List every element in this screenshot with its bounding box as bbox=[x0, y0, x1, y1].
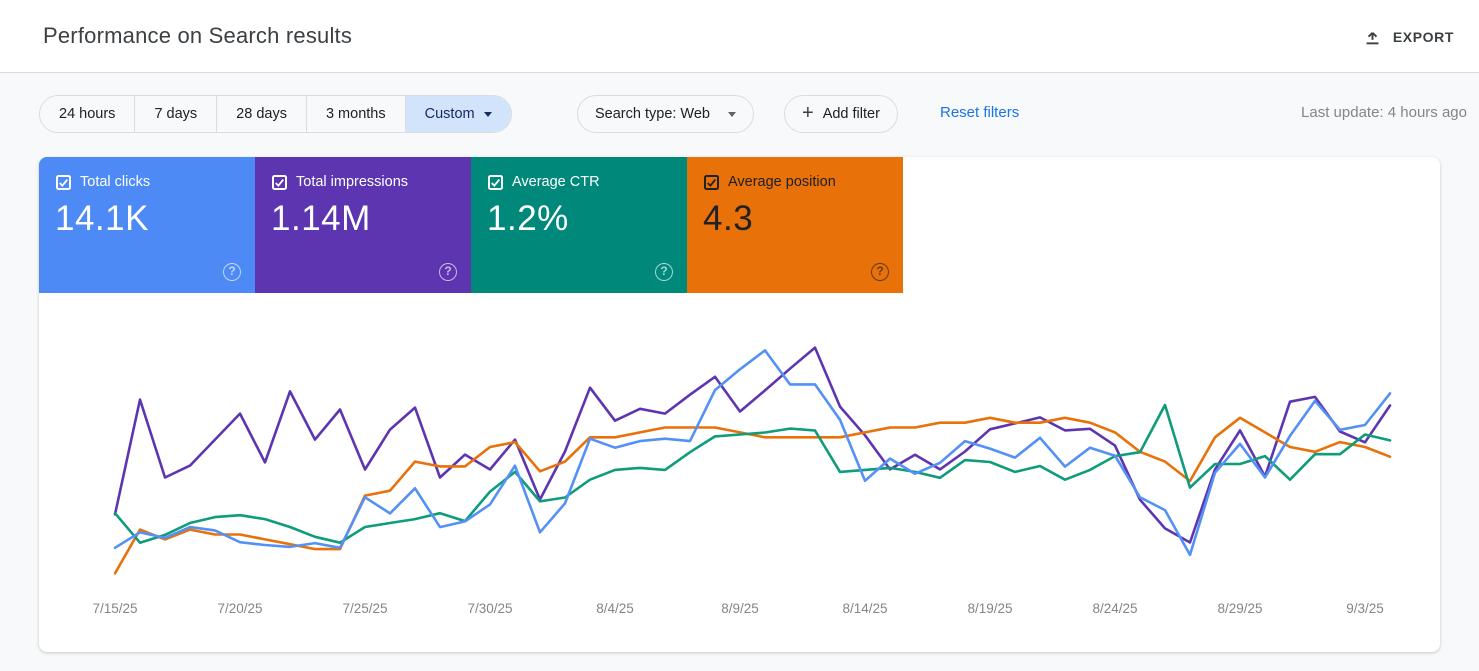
metric-label: Average CTR bbox=[512, 174, 600, 190]
checkbox-checked-icon[interactable] bbox=[704, 174, 719, 190]
metric-label: Average position bbox=[728, 174, 836, 190]
date-range-label: Custom bbox=[424, 106, 475, 122]
x-axis-tick-label: 8/9/25 bbox=[721, 601, 759, 616]
metric-card-position[interactable]: Average position 4.3? bbox=[687, 157, 903, 293]
x-axis-tick-label: 8/14/25 bbox=[842, 601, 887, 616]
help-icon[interactable]: ? bbox=[223, 263, 241, 281]
metric-label: Total impressions bbox=[296, 174, 409, 190]
metric-card-ctr[interactable]: Average CTR 1.2%? bbox=[471, 157, 687, 293]
chevron-down-icon bbox=[728, 111, 736, 117]
metric-cards-row: Total clicks 14.1K? Total impressions 1.14M… bbox=[39, 157, 1440, 293]
checkbox-checked-icon[interactable] bbox=[488, 174, 503, 190]
date-range-label: 7 days bbox=[154, 106, 198, 122]
last-update-text: Last update: 4 hours ago bbox=[1301, 104, 1467, 121]
date-range-label: 28 days bbox=[236, 106, 287, 122]
metric-label: Total clicks bbox=[80, 174, 151, 190]
x-axis-tick-label: 8/19/25 bbox=[967, 601, 1012, 616]
metric-card-clicks[interactable]: Total clicks 14.1K? bbox=[39, 157, 255, 293]
date-range-group: 24 hours 7 days 28 days 3 months Custom bbox=[39, 95, 512, 133]
date-range-label: 24 hours bbox=[59, 106, 116, 122]
x-axis-tick-label: 7/15/25 bbox=[92, 601, 137, 616]
add-filter-label: Add filter bbox=[822, 106, 880, 122]
help-icon[interactable]: ? bbox=[871, 263, 889, 281]
metric-value: 1.2% bbox=[487, 199, 569, 238]
performance-panel: 7/15/25 7/20/25 7/25/25 7/30/25 8/4/25 8/9/25… bbox=[39, 157, 1440, 652]
metric-card-impressions[interactable]: Total impressions 1.14M? bbox=[255, 157, 471, 293]
date-range-custom[interactable]: Custom bbox=[404, 96, 511, 132]
date-range-7-days[interactable]: 7 days bbox=[134, 96, 216, 132]
x-axis-tick-label: 7/25/25 bbox=[342, 601, 387, 616]
plus-icon: + bbox=[802, 102, 814, 124]
x-axis-tick-label: 7/30/25 bbox=[467, 601, 512, 616]
page-title: Performance on Search results bbox=[43, 23, 353, 48]
date-range-28-days[interactable]: 28 days bbox=[216, 96, 306, 132]
line-series-position[interactable] bbox=[113, 416, 1392, 575]
performance-page: Performance on Search results EXPORT 24 … bbox=[0, 0, 1479, 671]
x-axis-tick-label: 8/24/25 bbox=[1092, 601, 1137, 616]
help-icon[interactable]: ? bbox=[439, 263, 457, 281]
export-button[interactable]: EXPORT bbox=[1357, 20, 1460, 54]
line-series-impressions[interactable] bbox=[113, 346, 1392, 544]
download-icon bbox=[1363, 28, 1382, 47]
metric-value: 4.3 bbox=[703, 199, 754, 238]
x-axis-tick-label: 9/3/25 bbox=[1346, 601, 1384, 616]
page-header: Performance on Search results EXPORT bbox=[0, 0, 1479, 73]
reset-filters-link[interactable]: Reset filters bbox=[940, 104, 1019, 121]
x-axis-tick-label: 8/29/25 bbox=[1217, 601, 1262, 616]
date-range-3-months[interactable]: 3 months bbox=[305, 96, 405, 132]
date-range-label: 3 months bbox=[325, 106, 386, 122]
checkbox-checked-icon[interactable] bbox=[56, 174, 71, 190]
help-icon[interactable]: ? bbox=[655, 263, 673, 281]
search-type-chip[interactable]: Search type: Web bbox=[577, 95, 754, 133]
x-axis-tick-label: 7/20/25 bbox=[217, 601, 262, 616]
export-label: EXPORT bbox=[1392, 29, 1454, 45]
line-series-clicks[interactable] bbox=[113, 349, 1392, 557]
x-axis-tick-label: 8/4/25 bbox=[596, 601, 634, 616]
checkbox-checked-icon[interactable] bbox=[272, 174, 287, 190]
search-type-label: Search type: Web bbox=[595, 106, 710, 122]
metric-value: 1.14M bbox=[271, 199, 371, 238]
metric-value: 14.1K bbox=[55, 199, 149, 238]
chevron-down-icon bbox=[483, 111, 492, 117]
date-range-24-hours[interactable]: 24 hours bbox=[40, 96, 134, 132]
add-filter-chip[interactable]: + Add filter bbox=[784, 95, 898, 133]
